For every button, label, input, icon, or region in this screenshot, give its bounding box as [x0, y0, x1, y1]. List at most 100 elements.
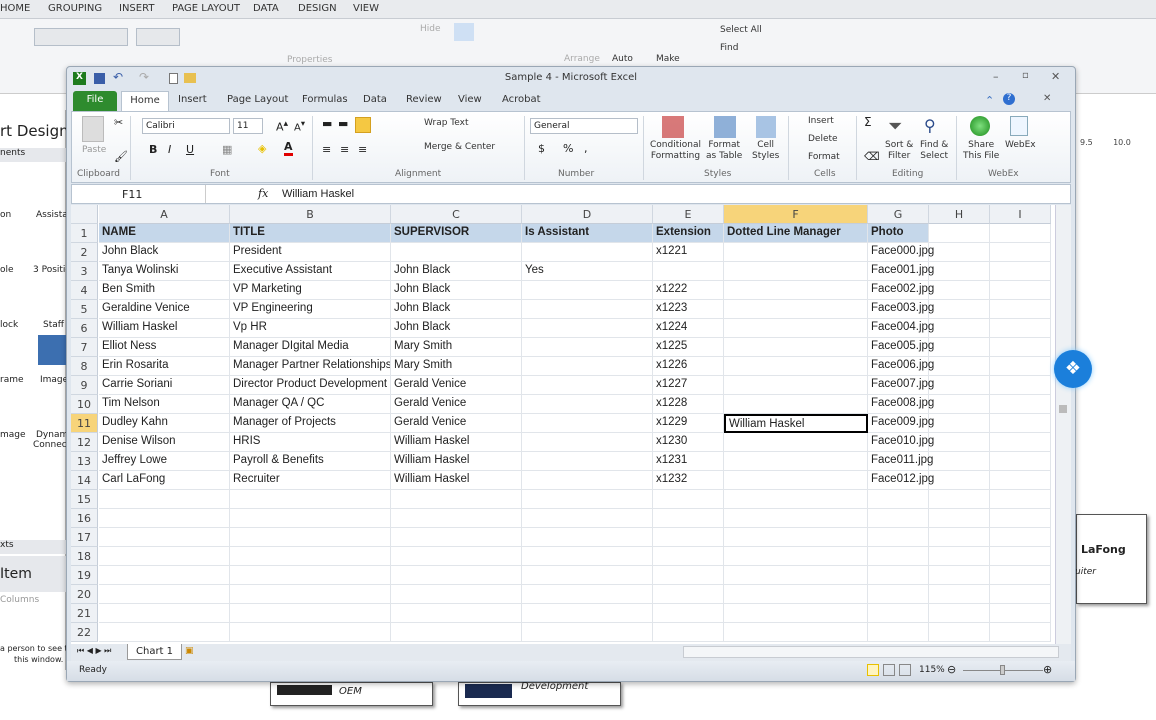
cell[interactable] — [391, 490, 522, 509]
cell[interactable] — [990, 604, 1051, 623]
paste-icon[interactable] — [82, 116, 104, 142]
cell[interactable] — [990, 452, 1051, 471]
cell[interactable] — [99, 566, 230, 585]
cell[interactable] — [724, 376, 868, 395]
cell[interactable] — [990, 471, 1051, 490]
cell[interactable] — [522, 471, 653, 490]
cut-icon[interactable]: ✂ — [114, 116, 123, 129]
cell[interactable] — [653, 509, 724, 528]
row-header-6[interactable]: 6 — [71, 319, 98, 338]
cell-styles-icon[interactable] — [756, 116, 776, 138]
cell[interactable] — [230, 623, 391, 642]
row-header-8[interactable]: 8 — [71, 357, 98, 376]
cell[interactable]: Executive Assistant — [230, 262, 391, 281]
cell[interactable] — [653, 262, 724, 281]
cell[interactable]: Mary Smith — [391, 338, 522, 357]
cell[interactable]: Face005.jpg — [868, 338, 934, 357]
cell[interactable] — [653, 585, 724, 604]
cell[interactable]: Geraldine Venice — [99, 300, 230, 319]
bg-properties[interactable]: Properties — [287, 55, 332, 65]
bg-tab-data[interactable]: DATA — [253, 3, 279, 14]
cell[interactable] — [724, 300, 868, 319]
cell[interactable]: VP Marketing — [230, 281, 391, 300]
cell[interactable] — [868, 604, 929, 623]
cell[interactable] — [522, 452, 653, 471]
bg-font-box[interactable] — [34, 28, 128, 46]
format-as-table-button[interactable]: Format as Table — [706, 140, 742, 162]
column-title-cell[interactable] — [990, 224, 1051, 243]
cell[interactable]: Yes — [522, 262, 653, 281]
font-color-icon[interactable]: A — [284, 141, 293, 156]
org-card[interactable]: LaFong uiter — [1075, 514, 1147, 604]
cell[interactable] — [929, 585, 990, 604]
cell[interactable] — [868, 490, 929, 509]
page-break-view-icon[interactable] — [899, 664, 911, 676]
cell[interactable]: Jeffrey Lowe — [99, 452, 230, 471]
column-title-cell[interactable]: SUPERVISOR — [391, 224, 522, 243]
cell[interactable] — [929, 281, 990, 300]
cell[interactable] — [522, 319, 653, 338]
cell[interactable] — [653, 490, 724, 509]
cell[interactable] — [990, 414, 1051, 433]
tab-insert[interactable]: Insert — [178, 94, 207, 105]
cell[interactable] — [724, 585, 868, 604]
cell[interactable]: Gerald Venice — [391, 376, 522, 395]
maximize-icon[interactable]: ▫ — [1022, 70, 1029, 81]
cell[interactable]: President — [230, 243, 391, 262]
sort-filter-button[interactable]: Sort & Filter — [885, 140, 913, 162]
cell[interactable]: Face007.jpg — [868, 376, 934, 395]
cell[interactable] — [391, 604, 522, 623]
cell[interactable] — [929, 604, 990, 623]
shape-item[interactable]: ole — [0, 265, 14, 275]
image-shape-icon[interactable] — [38, 335, 66, 365]
cell[interactable] — [929, 357, 990, 376]
cell[interactable]: John Black — [391, 319, 522, 338]
grow-font-icon[interactable]: A▴ — [276, 118, 288, 134]
cell[interactable] — [990, 528, 1051, 547]
column-header-a[interactable]: A — [99, 205, 230, 224]
cell[interactable] — [868, 585, 929, 604]
cell[interactable] — [522, 243, 653, 262]
font-size-select[interactable]: 11 — [233, 118, 263, 134]
cell[interactable] — [522, 528, 653, 547]
row-header-21[interactable]: 21 — [71, 604, 98, 623]
cell[interactable]: Erin Rosarita — [99, 357, 230, 376]
cell-styles-button[interactable]: Cell Styles — [752, 140, 779, 162]
cell[interactable]: Vp HR — [230, 319, 391, 338]
dropbox-icon[interactable]: ❖ — [1054, 350, 1092, 388]
cell[interactable]: Face009.jpg — [868, 414, 934, 433]
webex-button[interactable]: WebEx — [1005, 140, 1036, 150]
cell[interactable]: x1230 — [653, 433, 724, 452]
cell[interactable] — [868, 566, 929, 585]
cell[interactable] — [724, 395, 868, 414]
cell[interactable] — [522, 509, 653, 528]
cell[interactable] — [929, 452, 990, 471]
scroll-thumb[interactable] — [1059, 405, 1067, 413]
cell[interactable]: Face002.jpg — [868, 281, 934, 300]
tab-review[interactable]: Review — [406, 94, 442, 105]
cell[interactable] — [929, 566, 990, 585]
bg-hide[interactable]: Hide — [420, 24, 441, 34]
normal-view-icon[interactable] — [867, 664, 879, 676]
cell[interactable]: Manager of Projects — [230, 414, 391, 433]
cell[interactable] — [230, 585, 391, 604]
column-title-cell[interactable]: Photo — [868, 224, 929, 243]
cell[interactable]: x1221 — [653, 243, 724, 262]
format-table-icon[interactable] — [714, 116, 736, 138]
fill-color-icon[interactable]: ◈ — [258, 142, 266, 155]
bg-tab-home[interactable]: HOME — [0, 3, 30, 14]
org-card[interactable]: Development — [458, 681, 621, 706]
cell[interactable] — [522, 623, 653, 642]
cell[interactable] — [990, 623, 1051, 642]
cell[interactable] — [929, 300, 990, 319]
clear-icon[interactable]: ⌫ — [864, 150, 880, 163]
cell[interactable]: x1232 — [653, 471, 724, 490]
cell[interactable] — [230, 604, 391, 623]
cell[interactable] — [522, 414, 653, 433]
cell[interactable] — [522, 585, 653, 604]
bg-tab-insert[interactable]: INSERT — [119, 3, 154, 14]
cell[interactable] — [990, 490, 1051, 509]
cell[interactable] — [99, 604, 230, 623]
shape-item[interactable]: on — [0, 210, 11, 220]
column-title-cell[interactable]: Extension — [653, 224, 724, 243]
